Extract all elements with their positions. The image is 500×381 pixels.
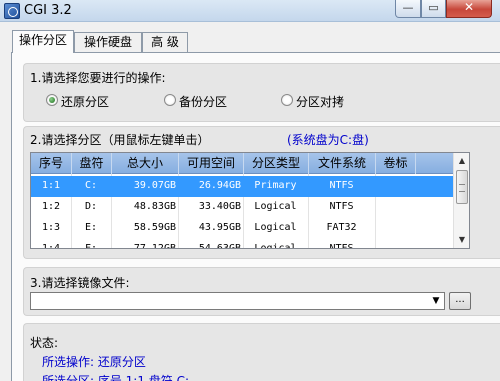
scroll-thumb[interactable] [456, 170, 468, 204]
cell-type: Logical [254, 222, 297, 233]
cell-index: 1:4 [41, 243, 61, 249]
cell-volume-label [375, 176, 415, 197]
list-scrollbar[interactable]: ▲ ▼ [453, 153, 469, 248]
app-icon[interactable] [4, 3, 20, 19]
cell-drive: D: [84, 201, 98, 212]
tab-operate-partition[interactable]: 操作分区 [12, 30, 74, 53]
cell-free: 33.40GB [198, 201, 241, 212]
radio-button-icon[interactable] [46, 94, 58, 106]
cell-index: 1:3 [41, 222, 61, 233]
cell-volume-label [375, 218, 415, 239]
cell-type: Logical [254, 243, 297, 249]
cell-volume-label [375, 197, 415, 218]
radio-label[interactable]: 分区对拷 [296, 93, 344, 110]
maximize-button[interactable]: ▭ [421, 0, 446, 18]
image-file-combobox[interactable]: ▼ [30, 292, 445, 310]
status-selected-partition: 所选分区: 序号 1:1 盘符 C: [42, 374, 190, 381]
cell-drive: F: [84, 243, 98, 249]
cell-total: 39.07GB [133, 180, 176, 191]
scroll-down-icon[interactable]: ▼ [454, 232, 470, 248]
cell-type: Primary [254, 180, 297, 191]
column-header-drive[interactable]: 盘符 [72, 153, 112, 174]
cell-index: 1:1 [41, 180, 61, 191]
radio-label[interactable]: 备份分区 [179, 93, 227, 110]
cell-filesystem: FAT32 [326, 222, 357, 233]
title-bar[interactable]: CGI 3.2 — ▭ ✕ [0, 0, 500, 22]
cell-drive: E: [84, 222, 98, 233]
radio-button-icon[interactable] [281, 94, 293, 106]
column-header-free[interactable]: 可用空间 [179, 153, 244, 174]
status-selected-operation: 所选操作: 还原分区 [42, 355, 146, 369]
status-heading: 状态: [30, 336, 59, 350]
list-header: 序号 盘符 总大小 可用空间 分区类型 文件系统 卷标 [31, 153, 454, 174]
close-button[interactable]: ✕ [446, 0, 492, 18]
column-header-index[interactable]: 序号 [31, 153, 72, 174]
partition-row[interactable]: 1:2 D: 48.83GB 33.40GB Logical NTFS [31, 197, 454, 218]
cell-total: 58.59GB [133, 222, 176, 233]
cell-drive: C: [84, 180, 98, 191]
partition-heading: 2.请选择分区（用鼠标左键单击） [30, 133, 210, 147]
cell-volume-label [375, 239, 415, 248]
partition-list[interactable]: 序号 盘符 总大小 可用空间 分区类型 文件系统 卷标 1:1 C: 39.07… [30, 152, 470, 249]
partition-row[interactable]: 1:1 C: 39.07GB 26.94GB Primary NTFS [31, 176, 454, 197]
image-file-heading: 3.请选择镜像文件: [30, 276, 130, 290]
chevron-down-icon[interactable]: ▼ [429, 294, 443, 308]
cell-free: 43.95GB [198, 222, 241, 233]
cell-free: 26.94GB [198, 180, 241, 191]
cell-filesystem: NTFS [329, 180, 354, 191]
cell-index: 1:2 [41, 201, 61, 212]
cell-total: 48.83GB [133, 201, 176, 212]
radio-label[interactable]: 还原分区 [61, 93, 109, 110]
column-header-type[interactable]: 分区类型 [244, 153, 309, 174]
partition-row[interactable]: 1:3 E: 58.59GB 43.95GB Logical FAT32 [31, 218, 454, 239]
operation-heading: 1.请选择您要进行的操作: [30, 71, 166, 85]
column-header-total[interactable]: 总大小 [112, 153, 179, 174]
tab-advanced[interactable]: 高 级 [142, 32, 188, 52]
column-header-filesystem[interactable]: 文件系统 [309, 153, 376, 174]
minimize-button[interactable]: — [395, 0, 421, 18]
scroll-up-icon[interactable]: ▲ [454, 153, 470, 169]
cell-type: Logical [254, 201, 297, 212]
window-title: CGI 3.2 [24, 3, 72, 18]
radio-button-icon[interactable] [164, 94, 176, 106]
cell-filesystem: NTFS [329, 243, 354, 249]
system-disk-note: (系统盘为C:盘) [287, 133, 369, 147]
cell-total: 77.12GB [133, 243, 176, 249]
tab-operate-disk[interactable]: 操作硬盘 [74, 32, 142, 52]
partition-row[interactable]: 1:4 F: 77.12GB 54.63GB Logical NTFS [31, 239, 454, 249]
column-header-volume-label[interactable]: 卷标 [376, 153, 416, 174]
cell-filesystem: NTFS [329, 201, 354, 212]
cell-free: 54.63GB [198, 243, 241, 249]
browse-button[interactable]: ... [449, 292, 471, 310]
